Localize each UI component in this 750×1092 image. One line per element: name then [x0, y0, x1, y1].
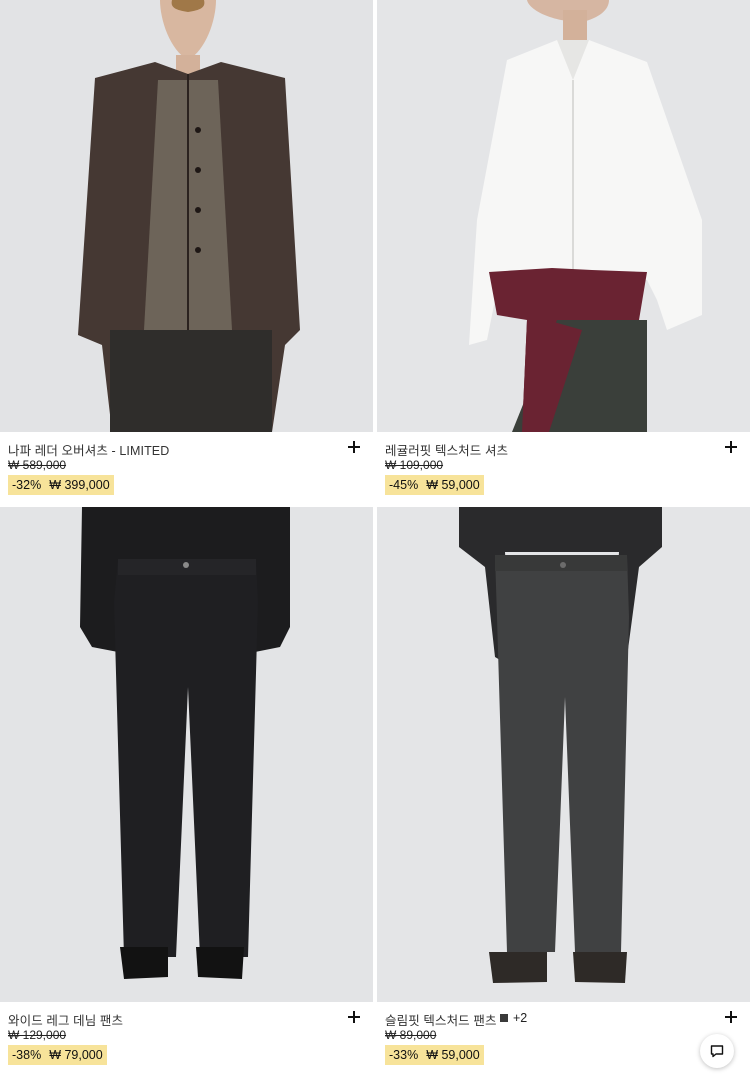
chat-bubble-icon [710, 1045, 724, 1058]
product-info: 슬림핏 텍스처드 팬츠 +2 ₩ 89,000 -33% ₩ 59,000 [377, 1002, 750, 1082]
add-to-cart-plus-icon[interactable] [347, 440, 361, 454]
product-card[interactable]: 레귤러핏 텍스처드 셔츠 ₩ 109,000 -45% ₩ 59,000 [377, 0, 750, 507]
sale-badge: -38% ₩ 79,000 [8, 1045, 107, 1065]
add-to-cart-plus-icon[interactable] [724, 1010, 738, 1024]
more-colors-count: +2 [513, 1011, 528, 1025]
product-name[interactable]: 레귤러핏 텍스처드 셔츠 [385, 440, 508, 459]
discount-percent: -32% [12, 478, 42, 492]
discount-percent: -45% [389, 478, 419, 492]
sale-badge: -33% ₩ 59,000 [385, 1045, 484, 1065]
sale-badge: -32% ₩ 399,000 [8, 475, 114, 495]
discount-percent: -38% [12, 1048, 42, 1062]
product-card[interactable]: 슬림핏 텍스처드 팬츠 +2 ₩ 89,000 -33% ₩ 59,000 [377, 507, 750, 1082]
product-image[interactable] [0, 507, 373, 1002]
original-price: ₩ 109,000 [385, 458, 444, 472]
original-price: ₩ 129,000 [8, 1028, 67, 1042]
product-image[interactable] [377, 0, 750, 432]
original-price: ₩ 589,000 [8, 458, 67, 472]
product-name[interactable]: 와이드 레그 데님 팬츠 [8, 1010, 123, 1029]
sale-price: ₩ 79,000 [49, 1048, 103, 1062]
product-name[interactable]: 나파 레더 오버셔츠 - LIMITED [8, 440, 169, 459]
product-image[interactable] [0, 0, 373, 432]
sale-price: ₩ 399,000 [49, 478, 110, 492]
original-price: ₩ 89,000 [385, 1028, 437, 1042]
product-info: 레귤러핏 텍스처드 셔츠 ₩ 109,000 -45% ₩ 59,000 [377, 432, 750, 507]
product-card[interactable]: 나파 레더 오버셔츠 - LIMITED ₩ 589,000 -32% ₩ 399… [0, 0, 373, 507]
sale-price: ₩ 59,000 [426, 1048, 480, 1062]
chat-button[interactable] [700, 1034, 734, 1068]
product-info: 와이드 레그 데님 팬츠 ₩ 129,000 -38% ₩ 79,000 [0, 1002, 373, 1082]
color-swatches[interactable]: +2 [500, 1011, 527, 1025]
product-card[interactable]: 와이드 레그 데님 팬츠 ₩ 129,000 -38% ₩ 79,000 [0, 507, 373, 1082]
product-name[interactable]: 슬림핏 텍스처드 팬츠 [385, 1010, 497, 1029]
add-to-cart-plus-icon[interactable] [724, 440, 738, 454]
product-image[interactable] [377, 507, 750, 1002]
add-to-cart-plus-icon[interactable] [347, 1010, 361, 1024]
product-info: 나파 레더 오버셔츠 - LIMITED ₩ 589,000 -32% ₩ 399… [0, 432, 373, 507]
sale-badge: -45% ₩ 59,000 [385, 475, 484, 495]
color-swatch[interactable] [500, 1014, 508, 1022]
discount-percent: -33% [389, 1048, 419, 1062]
sale-price: ₩ 59,000 [426, 478, 480, 492]
